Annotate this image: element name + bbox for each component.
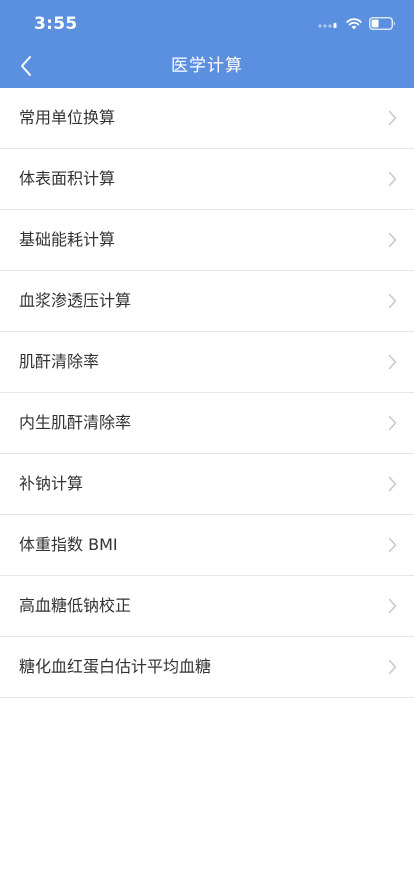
list-item-label: 高血糖低钠校正 (19, 596, 132, 615)
nav-bar: 医学计算 (0, 44, 414, 88)
chevron-right-icon (388, 354, 397, 370)
chevron-right-icon (388, 659, 397, 675)
list-item-hba1c-average-glucose[interactable]: 糖化血红蛋白估计平均血糖 (0, 637, 414, 698)
chevron-right-icon (388, 415, 397, 431)
list-item-sodium-supplement[interactable]: 补钠计算 (0, 454, 414, 515)
list-item-creatinine-clearance[interactable]: 肌酐清除率 (0, 332, 414, 393)
list-item-label: 补钠计算 (19, 474, 84, 493)
chevron-right-icon (388, 110, 397, 126)
wifi-icon (346, 17, 362, 29)
status-bar: 3:55 (0, 0, 414, 44)
list-item-label: 基础能耗计算 (19, 230, 116, 249)
list-item-label: 血浆渗透压计算 (19, 291, 132, 310)
list-item-label: 糖化血红蛋白估计平均血糖 (19, 657, 212, 676)
chevron-right-icon (388, 293, 397, 309)
list-item-hyperglycemia-sodium-correction[interactable]: 高血糖低钠校正 (0, 576, 414, 637)
list-item-body-surface-area[interactable]: 体表面积计算 (0, 149, 414, 210)
calculator-list: 常用单位换算 体表面积计算 基础能耗计算 血浆渗透压计算 肌酐清除率 内生肌酐清… (0, 88, 414, 698)
cellular-signal-icon (318, 23, 337, 28)
chevron-right-icon (388, 598, 397, 614)
chevron-right-icon (388, 537, 397, 553)
list-item-label: 内生肌酐清除率 (19, 413, 132, 432)
list-item-label: 肌酐清除率 (19, 352, 100, 371)
chevron-right-icon (388, 171, 397, 187)
list-item-endogenous-creatinine-clearance[interactable]: 内生肌酐清除率 (0, 393, 414, 454)
battery-icon (369, 16, 396, 30)
list-item-plasma-osmolality[interactable]: 血浆渗透压计算 (0, 271, 414, 332)
status-icons (318, 16, 396, 30)
list-item-unit-conversion[interactable]: 常用单位换算 (0, 88, 414, 149)
list-item-label: 体重指数 BMI (19, 535, 118, 554)
page-title: 医学计算 (171, 56, 243, 76)
status-time: 3:55 (34, 14, 78, 34)
list-item-basal-energy[interactable]: 基础能耗计算 (0, 210, 414, 271)
list-item-label: 体表面积计算 (19, 169, 116, 188)
list-item-bmi[interactable]: 体重指数 BMI (0, 515, 414, 576)
chevron-right-icon (388, 232, 397, 248)
header: 3:55 医学计算 (0, 0, 414, 88)
list-item-label: 常用单位换算 (19, 108, 116, 127)
chevron-right-icon (388, 476, 397, 492)
